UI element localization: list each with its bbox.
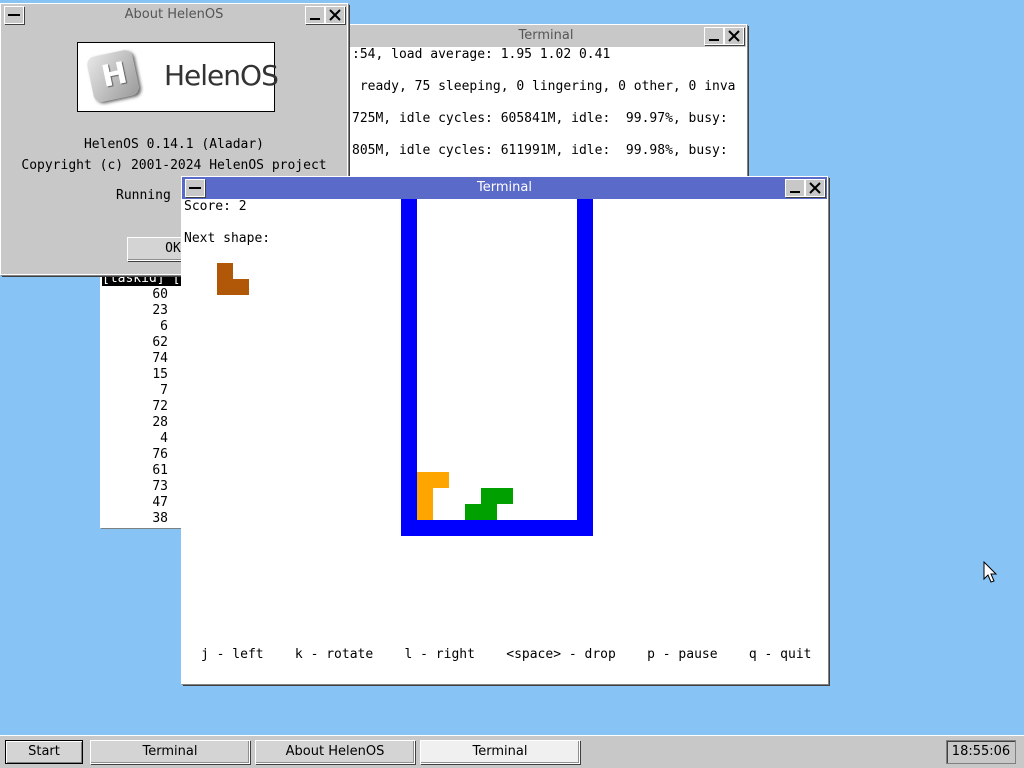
next-piece-block — [233, 279, 249, 295]
placed-piece-green — [465, 488, 513, 520]
table-cell: 7 — [160, 383, 168, 398]
system-menu-button[interactable] — [4, 6, 24, 24]
placed-piece-orange — [417, 472, 449, 520]
titlebar[interactable]: Terminal — [346, 25, 746, 47]
piece-block — [417, 472, 449, 488]
next-shape-label: Next shape: — [184, 231, 271, 246]
table-cell: 60 — [152, 287, 168, 302]
minimize-button[interactable] — [785, 179, 805, 197]
taskbar-button-label: Terminal — [472, 744, 528, 759]
taskbar-button-terminal[interactable]: Terminal — [90, 740, 250, 764]
close-icon — [809, 182, 821, 194]
window-title: Terminal — [518, 28, 574, 43]
well-right-wall — [577, 199, 593, 536]
table-cell: 4 — [160, 431, 168, 446]
logo: H HelenOS — [77, 42, 279, 112]
piece-block — [465, 504, 497, 520]
close-button[interactable] — [724, 27, 744, 45]
well-left-wall — [401, 199, 417, 536]
output-line: ready, 75 sleeping, 0 lingering, 0 other… — [352, 79, 736, 94]
output-line: :54, load average: 1.95 1.02 0.41 — [352, 47, 611, 62]
next-piece — [217, 263, 249, 295]
taskbar-button-label: Terminal — [142, 744, 198, 759]
close-icon — [329, 9, 341, 21]
next-piece-block — [217, 263, 233, 295]
clock: 18:55:06 — [946, 740, 1016, 764]
start-button[interactable]: Start — [5, 740, 83, 764]
tetris-terminal-window[interactable]: Terminal Score: 2 Next shape: j - left k… — [181, 176, 828, 684]
table-cell: 76 — [152, 447, 168, 462]
logo-text: HelenOS — [164, 59, 279, 92]
table-cell: 23 — [152, 303, 168, 318]
version-text: HelenOS 0.14.1 (Aladar) — [83, 137, 264, 152]
output-line: 725M, idle cycles: 605841M, idle: 99.97%… — [352, 111, 728, 126]
score-text: Score: 2 — [184, 199, 247, 214]
titlebar[interactable]: Terminal — [182, 177, 827, 199]
table-cell: 28 — [152, 415, 168, 430]
running-text: Running — [116, 188, 171, 203]
table-cell: 61 — [152, 463, 168, 478]
copyright-text: Copyright (c) 2001-2024 HelenOS project — [21, 158, 327, 173]
taskbar-button-terminal-active[interactable]: Terminal — [420, 740, 580, 764]
mouse-cursor-icon — [983, 561, 998, 583]
output-line: 805M, idle cycles: 611991M, idle: 99.98%… — [352, 143, 728, 158]
table-cell: 62 — [152, 335, 168, 350]
table-cell: 38 — [152, 511, 168, 526]
start-label: Start — [28, 744, 60, 759]
minimize-button[interactable] — [704, 27, 724, 45]
logo-letter: H — [98, 55, 131, 95]
window-title: Terminal — [477, 180, 532, 195]
system-menu-button[interactable] — [185, 179, 205, 197]
logo-icon: H — [85, 48, 141, 104]
close-icon — [728, 30, 740, 42]
controls-help: j - left k - rotate l - right <space> - … — [201, 647, 812, 662]
table-cell: 74 — [152, 351, 168, 366]
piece-block — [481, 488, 513, 504]
table-cell: 15 — [152, 367, 168, 382]
well-floor — [401, 520, 593, 536]
taskbar-button-label: About HelenOS — [285, 744, 385, 759]
minimize-button[interactable] — [305, 6, 325, 24]
table-cell: 72 — [152, 399, 168, 414]
taskbar: Start Terminal About HelenOS Terminal 18… — [0, 735, 1024, 768]
piece-block — [417, 488, 433, 520]
task-id-column: 60 23 6 62 74 15 7 72 28 4 76 61 73 47 3… — [100, 287, 168, 527]
close-button[interactable] — [325, 6, 345, 24]
table-cell: 73 — [152, 479, 168, 494]
table-cell: 47 — [152, 495, 168, 510]
window-title: About HelenOS — [124, 7, 224, 22]
titlebar[interactable]: About HelenOS — [1, 4, 347, 26]
ok-label: OK — [165, 241, 181, 256]
table-cell: 6 — [160, 319, 168, 334]
close-button[interactable] — [805, 179, 825, 197]
taskbar-button-about[interactable]: About HelenOS — [255, 740, 415, 764]
